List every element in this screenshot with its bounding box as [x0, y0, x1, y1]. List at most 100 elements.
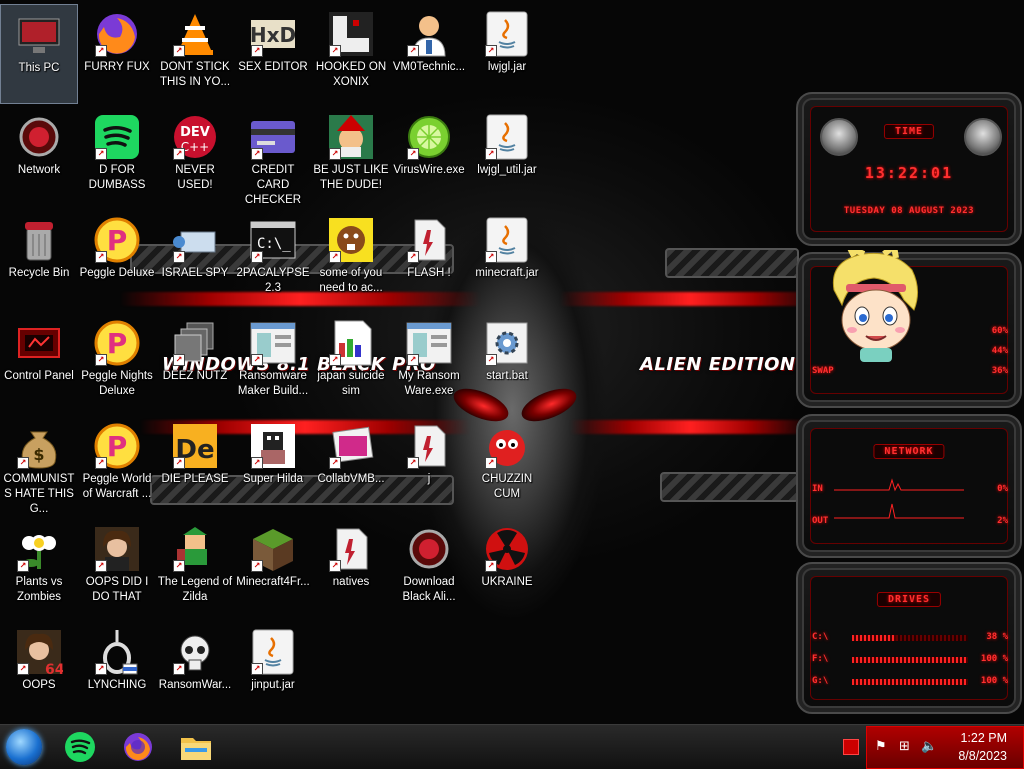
desktop-icon[interactable]: ↗ jinput.jar	[234, 622, 312, 722]
desktop-icon[interactable]: DEV C++ ↗ NEVER USED!	[156, 107, 234, 207]
desktop-icon[interactable]: ↗ RansomWar...	[156, 622, 234, 722]
desktop-icon[interactable]: ↗ Plants vs Zombies	[0, 519, 78, 619]
java-icon: ↗	[483, 10, 531, 58]
desktop-icon-label: VirusWire.exe	[393, 164, 465, 176]
shortcut-arrow-icon: ↗	[173, 45, 185, 57]
desktop-icon[interactable]: $ ↗ COMMUNISTS HATE THIS G...	[0, 416, 78, 516]
elf-icon: ↗	[327, 113, 375, 161]
desktop-icon-label: This PC	[18, 62, 60, 74]
desktop-icon[interactable]: De ↗ DIE PLEASE	[156, 416, 234, 516]
desktop-icon[interactable]: ↗ FURRY FUX	[78, 4, 156, 104]
desktop-icon[interactable]: Network	[0, 107, 78, 207]
flash-icon: ↗	[405, 422, 453, 470]
desktop-icon-label: COMMUNISTS HATE THIS G...	[3, 473, 75, 515]
shortcut-arrow-icon: ↗	[251, 251, 263, 263]
desktop-icon[interactable]: ↗ DONT STICK THIS IN YO...	[156, 4, 234, 104]
desktop-icon[interactable]: ↗ minecraft.jar	[468, 210, 546, 310]
desktop-icon-label: RansomWar...	[158, 679, 232, 691]
peggle-icon: P ↗	[93, 422, 141, 470]
drives-gadget[interactable]: DRIVES C:\ 38 % F:\ 100 % G:\ 100 %	[796, 562, 1022, 714]
spotify-icon[interactable]	[60, 727, 100, 767]
desktop-icon-label: FLASH !	[407, 267, 451, 279]
drive-usage-bar	[852, 657, 968, 663]
volume-icon[interactable]: 🔈	[921, 739, 937, 754]
shortcut-arrow-icon: ↗	[485, 560, 497, 572]
desktop-icon[interactable]: ↗ VirusWire.exe	[390, 107, 468, 207]
desktop-icon[interactable]: ↗ CREDIT CARD CHECKER	[234, 107, 312, 207]
desktop-icon[interactable]: Download Black Ali...	[390, 519, 468, 619]
desktop-icon-label: Minecraft4Fr...	[236, 576, 310, 588]
notification-overflow-icon[interactable]	[840, 727, 862, 767]
desktop-icon[interactable]: P ↗ Peggle Nights Deluxe	[78, 313, 156, 413]
desktop-icon[interactable]: Recycle Bin	[0, 210, 78, 310]
desktop-icon[interactable]: ↗ LYNCHING	[78, 622, 156, 722]
desktop-icon[interactable]: ↗ some of you need to ac...	[312, 210, 390, 310]
shortcut-arrow-icon: ↗	[485, 45, 497, 57]
network-icon[interactable]: ⊞	[899, 739, 910, 754]
desktop-icon[interactable]: P ↗ Peggle World of Warcraft ...	[78, 416, 156, 516]
flag-icon[interactable]: ⚑	[875, 739, 887, 754]
desktop-icon[interactable]: ↗ japan suicide sim	[312, 313, 390, 413]
shortcut-arrow-icon: ↗	[251, 560, 263, 572]
start-button[interactable]	[6, 729, 42, 765]
desktop-icon[interactable]: HxD ↗ SEX EDITOR	[234, 4, 312, 104]
drive-value: 100 %	[980, 676, 1008, 686]
desktop-icon[interactable]: ↗ FLASH !	[390, 210, 468, 310]
system-gadget[interactable]: 60% 44% SWAP 36%	[796, 240, 1022, 408]
shortcut-arrow-icon: ↗	[17, 457, 29, 469]
desktop[interactable]: WINDOWS 8.1 BLACK PRO ALIEN EDITION 20 T…	[0, 0, 1024, 724]
shortcut-arrow-icon: ↗	[95, 560, 107, 572]
desktop-icon[interactable]: ↗ My Ransom Ware.exe	[390, 313, 468, 413]
shortcut-arrow-icon: ↗	[485, 148, 497, 160]
beaver-icon: ↗	[327, 216, 375, 264]
desktop-icon[interactable]: ↗ natives	[312, 519, 390, 619]
desktop-icon[interactable]: Control Panel	[0, 313, 78, 413]
shortcut-arrow-icon: ↗	[251, 354, 263, 366]
shortcut-arrow-icon: ↗	[95, 148, 107, 160]
desktop-icon-label: FURRY FUX	[84, 61, 150, 73]
desktop-icon[interactable]: ↗ VM0Technic...	[390, 4, 468, 104]
desktop-icon[interactable]: ↗ Super Hilda	[234, 416, 312, 516]
windows-stack-icon: ↗	[171, 319, 219, 367]
network-gadget[interactable]: NETWORK IN 0% OUT 2%	[796, 414, 1022, 558]
file-explorer-icon[interactable]	[176, 727, 216, 767]
desktop-icon[interactable]: ↗ lwjgl_util.jar	[468, 107, 546, 207]
desktop-icon-label: Super Hilda	[242, 473, 304, 485]
desktop-icon[interactable]: ↗ HOOKED ON XONIX	[312, 4, 390, 104]
desktop-icon[interactable]: ↗ start.bat	[468, 313, 546, 413]
desktop-icon[interactable]: ↗ D FOR DUMBASS	[78, 107, 156, 207]
desktop-icon[interactable]: ↗ ISRAEL SPY	[156, 210, 234, 310]
desktop-icon[interactable]: ↗ CHUZZIN CUM	[468, 416, 546, 516]
shortcut-arrow-icon: ↗	[329, 251, 341, 263]
desktop-icon[interactable]: ↗ j	[390, 416, 468, 516]
shortcut-arrow-icon: ↗	[173, 148, 185, 160]
desktop-icon[interactable]: 64 ↗ OOPS	[0, 622, 78, 722]
desktop-icon[interactable]: ↗ Ransomware Maker Build...	[234, 313, 312, 413]
desktop-icon[interactable]: C:\_ ↗ 2PACALYPSE 2.3	[234, 210, 312, 310]
taskbar-clock[interactable]: 1:22 PM 8/8/2023	[958, 729, 1007, 765]
desktop-icon[interactable]: ↗ CollabVMB...	[312, 416, 390, 516]
desktop-icon-label: HOOKED ON XONIX	[315, 61, 387, 88]
desktop-icon-label: Network	[17, 164, 61, 176]
desktop-icon[interactable]: ↗ DEEZ NUTZ	[156, 313, 234, 413]
desktop-icon[interactable]: P ↗ Peggle Deluxe	[78, 210, 156, 310]
desktop-icon-label: some of you need to ac...	[319, 267, 383, 294]
desktop-icon[interactable]: This PC	[0, 4, 78, 104]
desktop-icon[interactable]: ↗ UKRAINE	[468, 519, 546, 619]
desktop-icon-label: The Legend of Zilda	[157, 576, 233, 603]
drive-row: G:\ 100 %	[812, 676, 1008, 686]
drive-label: G:\	[812, 676, 829, 686]
desktop-icon-label: SEX EDITOR	[238, 61, 308, 73]
time-gadget[interactable]: TIME 13:22:01 TUESDAY 08 AUGUST 2023	[796, 92, 1022, 246]
app-window-icon: ↗	[405, 319, 453, 367]
desktop-icon[interactable]: ↗ Minecraft4Fr...	[234, 519, 312, 619]
noose-icon: ↗	[93, 628, 141, 676]
desktop-icon[interactable]: ↗ OOPS DID I DO THAT	[78, 519, 156, 619]
desktop-icon[interactable]: ↗ The Legend of Zilda	[156, 519, 234, 619]
desktop-icon[interactable]: ↗ BE JUST LIKE THE DUDE!	[312, 107, 390, 207]
wallpaper-red-glow	[570, 420, 810, 434]
desktop-icon-label: VM0Technic...	[392, 61, 466, 73]
taskbar-time: 1:22 PM	[960, 731, 1007, 745]
desktop-icon[interactable]: ↗ lwjgl.jar	[468, 4, 546, 104]
firefox-icon[interactable]	[118, 727, 158, 767]
